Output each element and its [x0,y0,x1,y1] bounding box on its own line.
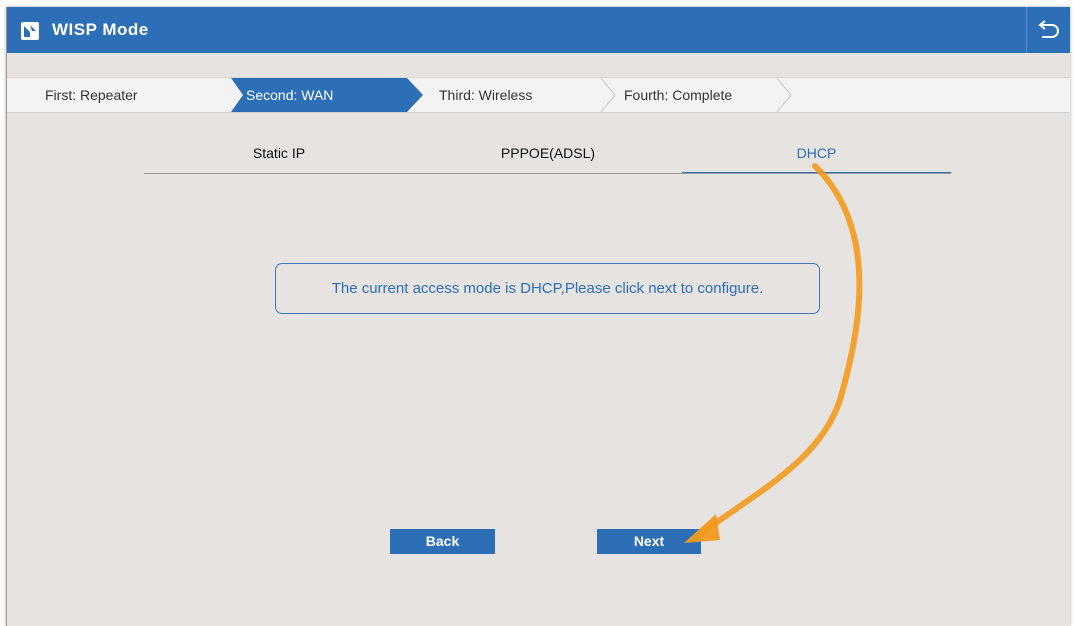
tab-static-ip[interactable]: Static IP [144,142,414,173]
step-fourth-complete[interactable]: Fourth: Complete [624,78,774,112]
tab-label: Static IP [252,145,306,161]
back-button[interactable]: Back [390,529,495,554]
step-third-wireless[interactable]: Third: Wireless [439,78,589,112]
access-mode-tabs: Static IP PPPOE(ADSL) DHCP [144,142,951,174]
tab-label: PPPOE(ADSL) [500,145,596,161]
tab-pppoe[interactable]: PPPOE(ADSL) [414,142,682,173]
step-chevron-icon [600,78,616,112]
return-button[interactable] [1026,7,1070,53]
tab-label: DHCP [796,145,837,161]
next-button[interactable]: Next [597,529,701,554]
page-title: WISP Mode [52,20,149,39]
step-second-wan[interactable]: Second: WAN [231,78,423,112]
title-bar: WISP Mode [7,7,1070,53]
step-label: Third: Wireless [439,87,533,103]
return-arrow-icon [1038,20,1059,38]
step-first-repeater[interactable]: First: Repeater [45,78,195,112]
step-label: First: Repeater [45,87,138,103]
router-logo-icon [21,22,39,40]
step-label: Fourth: Complete [624,87,733,103]
dhcp-info-message: The current access mode is DHCP,Please c… [275,263,820,314]
wizard-steps: First: Repeater Second: WAN Third: Wirel… [7,77,1070,113]
wisp-mode-window: WISP Mode First: Repeater Second: WAN Th… [6,7,1070,626]
step-chevron-icon [776,78,792,112]
step-label: Second: WAN [246,87,334,103]
tab-dhcp[interactable]: DHCP [682,142,951,173]
